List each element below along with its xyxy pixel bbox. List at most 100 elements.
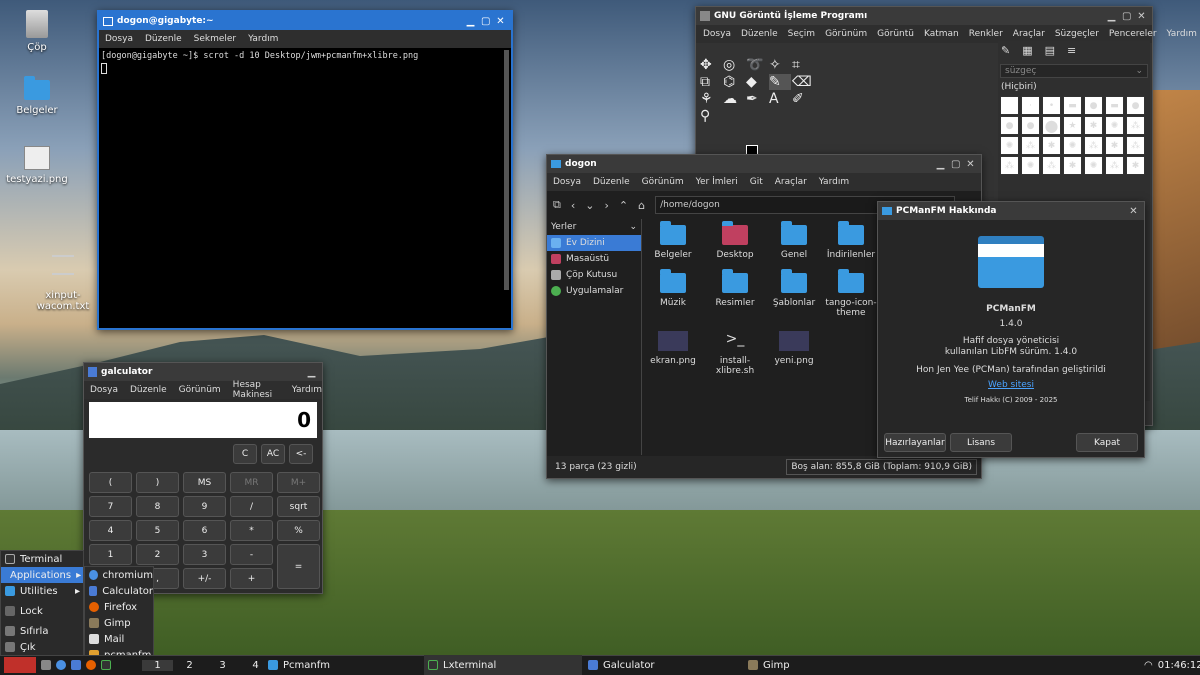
menu-item[interactable]: Dosya (703, 29, 731, 39)
back-icon[interactable]: ‹ (571, 199, 575, 212)
minimize-icon[interactable]: ▁ (466, 16, 475, 26)
desktop-1-button[interactable]: 1 (142, 659, 173, 671)
menu-item[interactable]: Renkler (969, 29, 1003, 39)
terminal-output[interactable]: [dogon@gigabyte ~]$ scrot -d 10 Desktop/… (99, 48, 511, 77)
close-icon[interactable]: ✕ (1129, 206, 1138, 216)
file-item[interactable]: tango-icon- theme (821, 269, 881, 318)
menu-item[interactable]: Hesap Makinesi (233, 380, 280, 400)
menu-item[interactable]: Pencereler (1109, 29, 1157, 39)
place-applications[interactable]: Uygulamalar (547, 283, 641, 299)
brush-grid[interactable]: · • ▬ ● ▬ ● ● ● ● ★ ✱ ✺ ⁂ ✺ ⁂ ✱ ✺ ⁂ ✱ ⁂ ⁂ ✺ ⁂ ✱ ✺ ⁂ ✱ (998, 94, 1150, 177)
brush-swatch[interactable] (1000, 96, 1019, 115)
calc-button[interactable]: 9 (183, 496, 226, 517)
bucket-fill-icon[interactable]: ◆ (746, 74, 768, 90)
color-picker-icon[interactable]: ✐ (792, 91, 814, 107)
text-tool-icon[interactable]: A (769, 91, 791, 107)
eraser-icon[interactable]: ⌫ (792, 74, 814, 90)
minimize-icon[interactable]: ▁ (307, 367, 316, 377)
menu-item[interactable]: Görünüm (825, 29, 867, 39)
calc-button[interactable]: 8 (136, 496, 179, 517)
brush-swatch[interactable]: ✱ (1063, 156, 1082, 175)
crop-icon[interactable]: ⌗ (792, 57, 814, 73)
license-button[interactable]: Lisans (950, 433, 1012, 452)
menu-item[interactable]: Süzgeçler (1055, 29, 1099, 39)
calc-button[interactable]: 7 (89, 496, 132, 517)
about-titlebar[interactable]: PCManFM Hakkında ✕ (878, 202, 1144, 220)
firefox-icon[interactable] (86, 660, 96, 670)
brush-swatch[interactable]: ⁂ (1042, 156, 1061, 175)
move-tool-icon[interactable]: ✥ (700, 57, 722, 73)
gimp-titlebar[interactable]: GNU Görüntü İşleme Programı ▁ ▢ ✕ (696, 7, 1152, 25)
menu-item[interactable]: Araçlar (1013, 29, 1045, 39)
brush-swatch[interactable]: ▬ (1063, 96, 1082, 115)
calc-button[interactable]: 6 (183, 520, 226, 541)
start-menu-icon[interactable] (4, 657, 36, 673)
brush-swatch[interactable]: ⁂ (1105, 156, 1124, 175)
file-item[interactable]: Resimler (705, 269, 765, 308)
desktop-icon-trash[interactable]: Çöp (0, 10, 77, 53)
chevron-down-icon[interactable]: ⌄ (629, 222, 637, 232)
file-item[interactable]: yeni.png (764, 331, 824, 366)
fuzzy-select-icon[interactable]: ✧ (769, 57, 791, 73)
file-item[interactable]: >_ install- xlibre.sh (705, 331, 765, 376)
brush-swatch[interactable]: ✱ (1126, 156, 1145, 175)
close-button[interactable]: Kapat (1076, 433, 1138, 452)
menu-item[interactable]: Dosya (553, 177, 581, 187)
brush-swatch[interactable]: ● (1042, 116, 1061, 135)
calculator-icon[interactable] (71, 660, 81, 670)
task-pcmanfm[interactable]: Pcmanfm (264, 655, 422, 675)
clone-icon[interactable]: ⚘ (700, 91, 722, 107)
about-dialog[interactable]: PCManFM Hakkında ✕ PCManFM 1.4.0 Hafif do… (877, 201, 1145, 458)
app-firefox[interactable]: Firefox (85, 599, 153, 615)
menu-terminal[interactable]: Terminal (1, 551, 83, 567)
file-item[interactable]: Belgeler (643, 221, 703, 260)
calc-button[interactable]: +/- (183, 568, 226, 589)
calc-button[interactable]: 5 (136, 520, 179, 541)
calc-button-backspace[interactable]: <- (289, 444, 313, 464)
calc-button[interactable]: 2 (136, 544, 179, 565)
menu-item[interactable]: Görüntü (877, 29, 914, 39)
calc-button-equals[interactable]: = (277, 544, 320, 589)
zoom-icon[interactable]: ⚲ (700, 108, 722, 124)
minimize-icon[interactable]: ▁ (936, 159, 945, 169)
maximize-icon[interactable]: ▢ (481, 16, 490, 26)
close-icon[interactable]: ✕ (1137, 11, 1146, 21)
home-icon[interactable]: ⌂ (638, 199, 645, 212)
task-lxterminal[interactable]: Lxterminal (424, 655, 582, 675)
menu-item[interactable]: Katman (924, 29, 959, 39)
brush-swatch[interactable]: ✺ (1021, 156, 1040, 175)
menu-lock[interactable]: Lock (1, 603, 83, 619)
brush-swatch[interactable]: ✱ (1105, 136, 1124, 155)
close-icon[interactable]: ✕ (496, 16, 505, 26)
brush-swatch[interactable]: ⁂ (1000, 156, 1019, 175)
calc-button[interactable]: 3 (183, 544, 226, 565)
desktop-icon-xinput[interactable]: xinput- wacom.txt (23, 244, 103, 312)
brush-tab-icon[interactable]: ✎ (1001, 44, 1010, 57)
file-item[interactable]: ekran.png (643, 331, 703, 366)
brush-swatch[interactable]: ● (1084, 96, 1103, 115)
brush-swatch[interactable]: ⁂ (1084, 136, 1103, 155)
menu-item[interactable]: Düzenle (741, 29, 778, 39)
places-header[interactable]: Yerler ⌄ (547, 219, 641, 235)
maximize-icon[interactable]: ▢ (951, 159, 960, 169)
app-chromium[interactable]: chromium (85, 567, 153, 583)
file-item[interactable]: Müzik (643, 269, 703, 308)
place-trash[interactable]: Çöp Kutusu (547, 267, 641, 283)
terminal-window[interactable]: dogon@gigabyte:~ ▁ ▢ ✕ Dosya Düzenle Sekmele… (97, 10, 513, 330)
file-item[interactable]: İndirilenler (821, 221, 881, 260)
menu-item[interactable]: Yardım (292, 385, 322, 395)
forward-icon[interactable]: › (604, 199, 608, 212)
clock[interactable]: 01:46:12 (1158, 660, 1200, 671)
scrollbar[interactable] (504, 50, 509, 290)
menu-item[interactable]: Yardım (248, 34, 278, 44)
menu-exit[interactable]: Çık (1, 639, 83, 655)
brush-swatch[interactable]: ✱ (1042, 136, 1061, 155)
chevron-down-icon[interactable]: ⌄ (1135, 66, 1147, 76)
brush-swatch[interactable]: ★ (1063, 116, 1082, 135)
calc-button-mplus[interactable]: M+ (277, 472, 320, 493)
galculator-window[interactable]: galculator ▁ Dosya Düzenle Görünüm Hesap Mak… (83, 362, 323, 594)
drive-icon[interactable] (41, 660, 51, 670)
paths-icon[interactable]: ✒ (746, 91, 768, 107)
up-icon[interactable]: ⌃ (619, 199, 628, 212)
calc-titlebar[interactable]: galculator ▁ (84, 363, 322, 381)
